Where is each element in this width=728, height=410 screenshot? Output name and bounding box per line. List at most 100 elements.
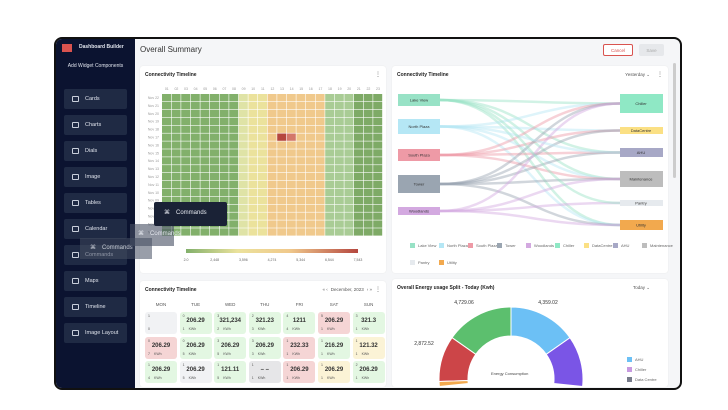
heatmap-cell [325, 188, 335, 197]
add-widget-heading: Add Widget Components [67, 63, 124, 69]
logo-icon [62, 44, 72, 52]
calendar-day-cell[interactable]: 1 121.11 5 KWh [214, 361, 247, 383]
heatmap-cell [363, 212, 373, 220]
heatmap-cell [238, 220, 248, 228]
day-unit: KWh [327, 351, 335, 356]
legend-item: Chiller [627, 367, 646, 372]
day-count: 5 [182, 376, 185, 380]
day-count: 4 [286, 327, 289, 331]
calendar-day-cell[interactable]: 1– –1 KWh [248, 361, 281, 383]
dragged-commands-widget[interactable]: ⌘ Commands [154, 202, 227, 226]
heatmap-cell [306, 204, 315, 212]
heatmap-cell [267, 196, 277, 204]
heatmap-cell [200, 133, 210, 141]
legend-item: Maintenance [642, 243, 673, 248]
legend-item: North Plaza [439, 243, 468, 248]
heatmap-cell [286, 188, 296, 197]
day-count: 5 [217, 351, 220, 356]
next-month-button[interactable]: › » [367, 287, 372, 292]
sidebar-item-charts[interactable]: Charts [64, 115, 127, 135]
day-unit: KWh [361, 351, 370, 356]
sidebar-item-dials[interactable]: Dials [64, 141, 127, 161]
more-icon[interactable]: ⋮ [375, 286, 381, 293]
column-label: 12 [270, 87, 274, 91]
sidebar-item-label: Timeline [85, 304, 106, 310]
heatmap-cell [363, 196, 373, 204]
calendar-day-cell[interactable]: 1 206.29 1 KWh [283, 361, 316, 383]
calendar-day-cell[interactable]: 1 206.29 4 KWh [145, 361, 177, 383]
day-count: 1 [321, 351, 323, 356]
heatmap-cell [296, 173, 306, 181]
heatmap-cell [354, 117, 363, 125]
column-label: 06 [213, 87, 217, 91]
heatmap-cell [210, 94, 219, 102]
heatmap-cell [344, 204, 354, 212]
calendar-day-cell[interactable]: 4 1211 4 KWh [283, 312, 316, 334]
calendar-day-cell[interactable]: 5 206.29 1 KWh [318, 312, 350, 334]
sidebar-item-image-layout[interactable]: Image Layout [64, 323, 127, 343]
sidebar-item-image[interactable]: Image [64, 167, 127, 187]
column-label: 08 [232, 87, 236, 91]
sidebar-item-calendar[interactable]: Calendar [64, 219, 127, 239]
day-count: 0 [148, 327, 150, 331]
sidebar-item-timeline[interactable]: Timeline [64, 297, 127, 317]
calendar-day-cell[interactable]: 1 206.29 5 KWh [179, 361, 212, 383]
sidebar-item-cards[interactable]: Cards [64, 89, 127, 109]
heatmap-cell [354, 212, 363, 220]
heatmap-cell [306, 220, 315, 228]
heatmap-cell [171, 141, 181, 149]
heatmap-cell [267, 94, 277, 102]
prev-month-button[interactable]: « ‹ [322, 287, 327, 292]
heatmap-cell [296, 165, 306, 173]
calendar-day-cell[interactable]: 1 232.33 1 KWh [283, 336, 316, 359]
sidebar-item-tables[interactable]: Tables [64, 193, 127, 213]
heatmap-cell [306, 141, 315, 149]
heatmap-cell [171, 101, 181, 110]
heatmap-cell [315, 173, 325, 181]
scrollbar[interactable] [673, 63, 676, 178]
calendar-day-cell[interactable]: 0 206.29 5 KWh [179, 336, 212, 359]
weekday-label: WED [224, 302, 236, 307]
day-value: 206.29 [186, 318, 205, 324]
sankey-node-label: Chiller [635, 101, 647, 106]
calendar-day-cell[interactable]: 1 121.32 1 KWh [352, 336, 385, 359]
calendar-day-cell[interactable]: 3 206.29 5 KWh [214, 336, 247, 359]
calendar-day-cell[interactable]: 0 206.29 1 KWh [179, 312, 212, 334]
calendar-day-cell[interactable]: 1 216.29 1 KWh [318, 336, 350, 359]
heatmap-cell [363, 204, 373, 212]
sidebar-item-maps[interactable]: Maps [64, 271, 127, 291]
heatmap-cell [248, 173, 258, 181]
row-label: Nov 22 [148, 96, 159, 100]
heatmap-cell [296, 133, 306, 141]
heatmap-cell [354, 157, 363, 165]
command-icon: ⌘ [164, 210, 170, 216]
heatmap-cell [238, 188, 248, 197]
heatmap-cell [354, 204, 363, 212]
heatmap-cell [306, 125, 315, 133]
heatmap-cell [277, 228, 287, 236]
calendar-day-cell[interactable]: 3 321.3 1 KWh [352, 312, 385, 334]
heatmap-cell [190, 165, 200, 173]
calendar-day-cell[interactable]: 3 321,234 2 KWh [214, 312, 247, 334]
day-count: 1 [321, 376, 323, 380]
save-button[interactable]: Save [639, 44, 664, 56]
heatmap-cell [238, 173, 248, 181]
heatmap-cell [181, 117, 191, 125]
legend-swatch [584, 243, 589, 248]
calendar-day-cell[interactable]: 2 321.23 3 KWh [248, 312, 281, 334]
heatmap-cell [277, 220, 287, 228]
day-number: 1 [148, 314, 150, 318]
heatmap-cell [286, 180, 296, 189]
calendar-day-cell[interactable]: 2 206.29 1 KWh [352, 361, 385, 383]
day-value: 206.29 [186, 367, 205, 373]
heatmap-cell [190, 173, 200, 181]
calendar-day-cell[interactable]: 0 206.29 7 KWh [145, 336, 177, 359]
heatmap-cell [373, 188, 383, 197]
donut-segment[interactable] [438, 379, 469, 387]
calendar-day-cell[interactable]: 10 [145, 312, 177, 334]
calendar-day-cell[interactable]: 3 206.29 3 KWh [248, 336, 281, 359]
column-label: 17 [318, 87, 322, 91]
cancel-button[interactable]: Cancel [603, 44, 633, 56]
heatmap-cell [258, 228, 267, 236]
calendar-day-cell[interactable]: 1 206.29 1 KWh [318, 361, 350, 383]
